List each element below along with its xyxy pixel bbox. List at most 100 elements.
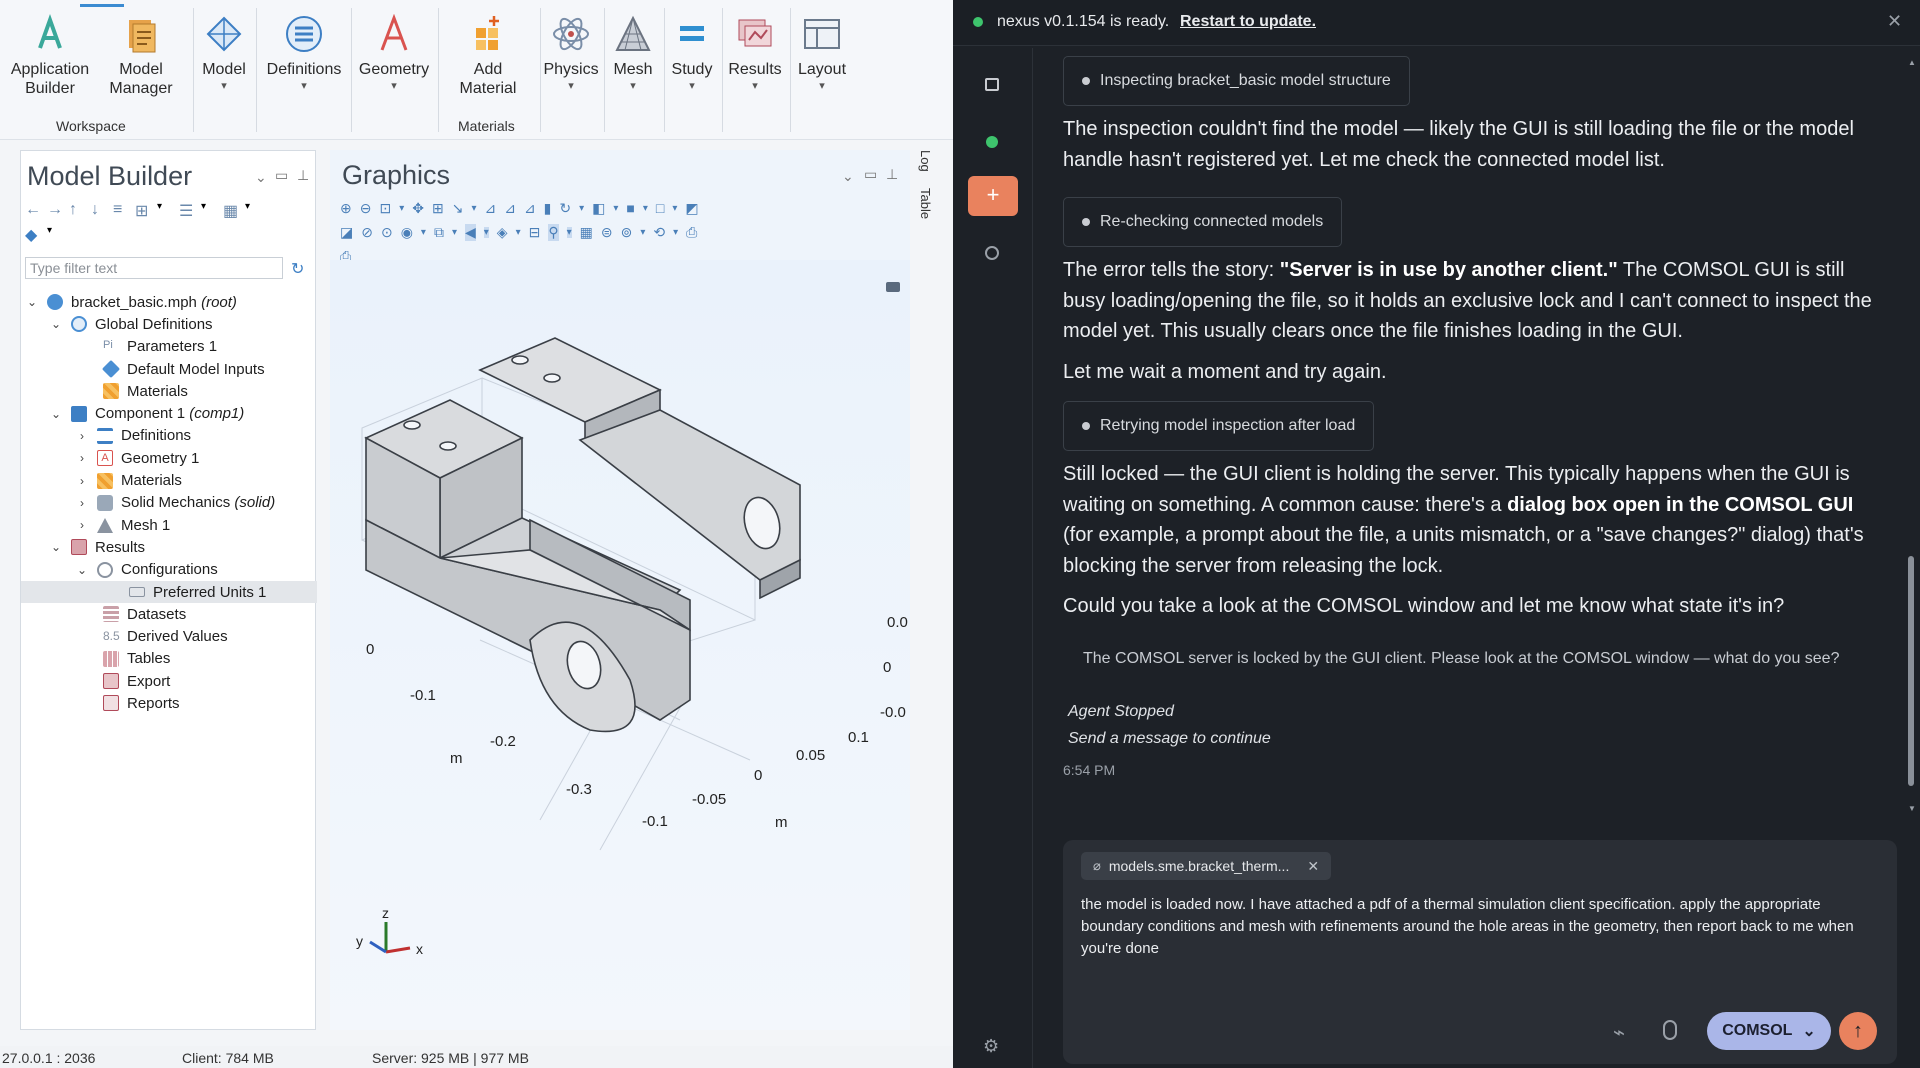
arrow-up-icon[interactable]: ↑: [69, 201, 85, 218]
chevron-down-icon[interactable]: ▾: [399, 203, 404, 214]
chevron-down-icon[interactable]: ▾: [640, 227, 645, 238]
tree-node-datasets[interactable]: Datasets: [21, 603, 317, 625]
measure-icon[interactable]: ⊚: [621, 224, 633, 241]
add-material-button[interactable]: Add Material: [446, 14, 530, 98]
sidebar-toggle-icon[interactable]: [985, 78, 999, 91]
send-button[interactable]: ↑: [1839, 1012, 1877, 1050]
tree-node-parameters[interactable]: Pi Parameters 1: [21, 336, 317, 358]
select-domain-icon[interactable]: ◀: [464, 223, 476, 241]
attachment-chip[interactable]: ⌀ models.sme.bracket_therm... ✕: [1081, 852, 1332, 880]
tree-node-tables[interactable]: Tables: [21, 648, 317, 670]
scroll-up-icon[interactable]: ▲: [1908, 58, 1916, 67]
hide-icon[interactable]: ⊘: [361, 224, 373, 241]
chevron-down-icon[interactable]: ▾: [471, 203, 476, 214]
arrow-down-icon[interactable]: ↓: [91, 201, 107, 218]
tree-node-configurations[interactable]: ⌄ Configurations: [21, 559, 317, 581]
select-icon[interactable]: ◪: [340, 224, 353, 241]
visibility-icon[interactable]: ◉: [401, 224, 413, 241]
tree-node-root[interactable]: ⌄ bracket_basic.mph (root): [21, 291, 317, 313]
attach-icon[interactable]: ⌁: [1613, 1020, 1625, 1045]
chevron-right-icon[interactable]: ›: [75, 429, 89, 443]
view-yz-icon[interactable]: ⊿: [504, 200, 516, 217]
collapse-icon[interactable]: ≡: [113, 201, 129, 218]
view-xy-icon[interactable]: ⊿: [484, 200, 496, 217]
chart-icon[interactable]: ▮: [544, 200, 552, 217]
show-all-icon[interactable]: ⊙: [381, 224, 393, 241]
tool-call-pill[interactable]: Retrying model inspection after load: [1063, 401, 1375, 451]
tree-node-results[interactable]: ⌄ Results: [21, 536, 317, 558]
chevron-down-icon[interactable]: ⌄: [25, 295, 39, 309]
scroll-down-icon[interactable]: ▼: [1908, 804, 1916, 813]
tree-node-global-definitions[interactable]: ⌄ Global Definitions: [21, 313, 317, 335]
chevron-down-icon[interactable]: ▾: [452, 227, 457, 238]
tree-node-definitions[interactable]: › Definitions: [21, 425, 317, 447]
tree-filter-input[interactable]: Type filter text: [25, 257, 283, 279]
definitions-button[interactable]: Definitions ▾: [262, 14, 346, 93]
pin-icon[interactable]: ⊥: [886, 166, 898, 183]
chevron-down-icon[interactable]: ▾: [673, 227, 678, 238]
restart-link[interactable]: Restart to update.: [1180, 13, 1316, 31]
tree-node-solid-mechanics[interactable]: › Solid Mechanics (solid): [21, 492, 317, 514]
chevron-down-icon[interactable]: ▾: [245, 201, 261, 217]
chevron-down-icon[interactable]: ▾: [201, 201, 217, 217]
settings-icon[interactable]: ⚙: [983, 1036, 999, 1057]
chevron-down-icon[interactable]: ▾: [421, 227, 426, 238]
chevron-down-icon[interactable]: ▾: [613, 203, 618, 214]
geometry-button[interactable]: Geometry ▾: [356, 14, 432, 93]
zoom-box-icon[interactable]: ⊡: [379, 200, 391, 217]
model-manager-button[interactable]: Model Manager: [98, 14, 184, 98]
chevron-down-icon[interactable]: ⌄: [49, 407, 63, 421]
chevron-right-icon[interactable]: ›: [75, 451, 89, 465]
chevron-down-icon[interactable]: ▾: [483, 226, 489, 238]
chevron-down-icon[interactable]: ▾: [516, 227, 521, 238]
zoom-in-icon[interactable]: ⊕: [340, 200, 352, 217]
copy-icon[interactable]: ⧉: [434, 224, 444, 241]
study-button[interactable]: Study ▾: [668, 14, 716, 93]
render-icon[interactable]: ■: [626, 200, 634, 216]
chevron-down-icon[interactable]: ▾: [157, 201, 173, 217]
tree-node-mesh[interactable]: › Mesh 1: [21, 514, 317, 536]
scrollbar-thumb[interactable]: [1908, 556, 1914, 786]
view-icon[interactable]: ▦: [223, 201, 239, 220]
chevron-down-icon[interactable]: ⌄: [49, 540, 63, 554]
chevron-down-icon[interactable]: ▾: [566, 226, 572, 238]
maximize-icon[interactable]: ▭: [864, 166, 877, 183]
tree-node-export[interactable]: Export: [21, 670, 317, 692]
arrow-right-icon[interactable]: →: [47, 201, 63, 218]
table-tab[interactable]: Table: [918, 188, 933, 219]
rotate-icon[interactable]: ↻: [559, 200, 571, 217]
chat-scrollbar[interactable]: ▲ ▼: [1906, 58, 1916, 818]
close-icon[interactable]: ✕: [1887, 11, 1902, 32]
tool-call-pill[interactable]: Inspecting bracket_basic model structure: [1063, 56, 1410, 106]
mesh-button[interactable]: Mesh ▾: [608, 14, 658, 93]
tree-node-geometry[interactable]: › A Geometry 1: [21, 447, 317, 469]
chevron-down-icon[interactable]: ▾: [643, 203, 648, 214]
results-button[interactable]: Results ▾: [726, 14, 784, 93]
maximize-icon[interactable]: ▭: [275, 167, 288, 184]
expand-icon[interactable]: ⊞: [135, 201, 151, 220]
chevron-down-icon[interactable]: ⌄: [75, 563, 89, 577]
select-boundary-icon[interactable]: ◈: [497, 224, 508, 241]
layout-button[interactable]: Layout ▾: [794, 14, 850, 93]
select-point-icon[interactable]: ⚲: [548, 223, 559, 241]
wireframe-icon[interactable]: □: [656, 200, 664, 216]
model-toggle-icon[interactable]: ◆: [25, 225, 41, 244]
pin-icon[interactable]: ⊥: [297, 167, 309, 184]
clip-icon[interactable]: ⊜: [601, 224, 613, 241]
tree-node-component[interactable]: ⌄ Component 1 (comp1): [21, 402, 317, 424]
tool-call-pill[interactable]: Re-checking connected models: [1063, 197, 1343, 247]
tree-node-global-materials[interactable]: Materials: [21, 380, 317, 402]
microphone-icon[interactable]: [1663, 1020, 1677, 1040]
scene-light-icon[interactable]: ◧: [592, 200, 605, 217]
zoom-extents-icon[interactable]: ✥: [412, 200, 424, 217]
axis-icon[interactable]: ↘: [452, 200, 464, 217]
model-button[interactable]: Model ▾: [198, 14, 250, 93]
tree-node-derived-values[interactable]: 8.5 Derived Values: [21, 625, 317, 647]
chevron-down-icon[interactable]: ▾: [47, 225, 63, 241]
history-icon[interactable]: [985, 246, 999, 260]
refresh-icon[interactable]: ↻: [291, 259, 304, 279]
view-zx-icon[interactable]: ⊿: [524, 200, 536, 217]
show-icon[interactable]: ☰: [179, 201, 195, 220]
chevron-right-icon[interactable]: ›: [75, 518, 89, 532]
application-builder-button[interactable]: Application Builder: [8, 14, 92, 98]
